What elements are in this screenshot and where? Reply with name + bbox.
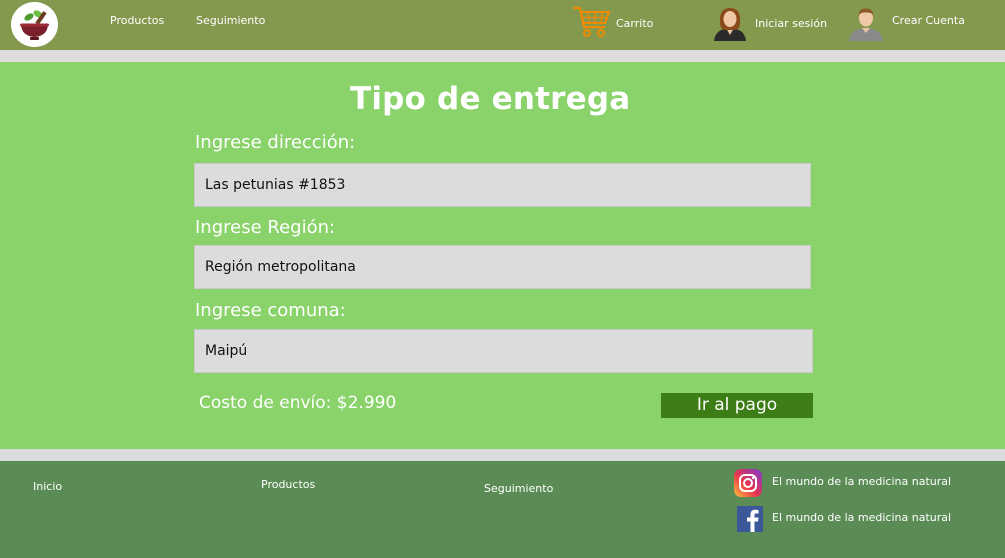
nav-seguimiento[interactable]: Seguimiento xyxy=(196,14,265,27)
footer-link-productos[interactable]: Productos xyxy=(261,478,315,491)
footer: Inicio Productos Seguimiento El mundo de… xyxy=(0,461,1005,558)
region-input[interactable] xyxy=(194,245,811,289)
facebook-icon[interactable] xyxy=(737,506,763,532)
cart-label[interactable]: Carrito xyxy=(616,17,653,30)
footer-link-seguimiento[interactable]: Seguimiento xyxy=(484,482,553,495)
user-man-icon[interactable] xyxy=(847,5,885,41)
delivery-form-section: Tipo de entrega Ingrese dirección: Ingre… xyxy=(0,62,1005,449)
page-title: Tipo de entrega xyxy=(350,81,631,117)
address-input[interactable] xyxy=(194,163,811,207)
nav-productos[interactable]: Productos xyxy=(110,14,164,27)
footer-link-inicio[interactable]: Inicio xyxy=(33,480,62,493)
go-to-payment-button[interactable]: Ir al pago xyxy=(661,393,813,418)
region-label: Ingrese Región: xyxy=(195,217,336,238)
user-woman-icon[interactable] xyxy=(711,5,749,41)
mortar-pestle-icon xyxy=(20,10,49,40)
top-navbar: Productos Seguimiento Carrito Iniciar se… xyxy=(0,0,1005,50)
comuna-input[interactable] xyxy=(194,329,813,373)
facebook-label[interactable]: El mundo de la medicina natural xyxy=(772,511,951,524)
cart-icon[interactable] xyxy=(573,5,611,39)
instagram-label[interactable]: El mundo de la medicina natural xyxy=(772,475,951,488)
signup-link[interactable]: Crear Cuenta xyxy=(892,14,965,27)
address-label: Ingrese dirección: xyxy=(195,132,356,153)
logo[interactable] xyxy=(11,2,58,47)
login-link[interactable]: Iniciar sesión xyxy=(755,17,827,30)
instagram-icon[interactable] xyxy=(734,469,762,497)
comuna-label: Ingrese comuna: xyxy=(195,300,346,321)
shipping-cost: Costo de envío: $2.990 xyxy=(199,393,397,413)
